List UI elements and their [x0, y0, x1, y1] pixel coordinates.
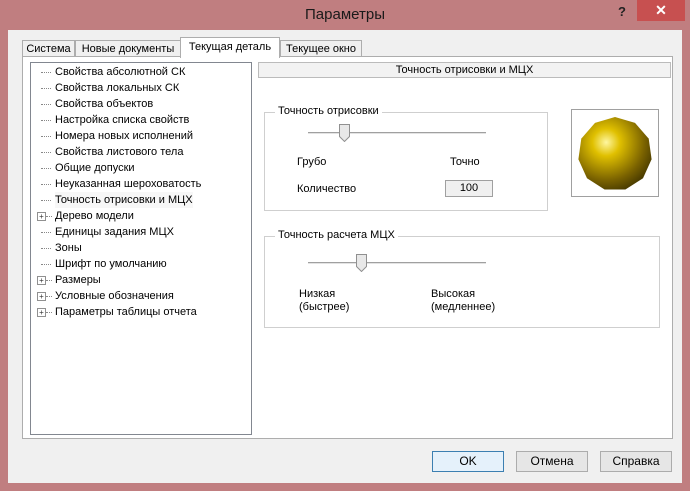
tab-panel: Свойства абсолютной СК Свойства локальных…	[22, 56, 673, 439]
drawing-accuracy-group: Точность отрисовки Грубо Точно Количеств…	[264, 105, 548, 211]
tree-item[interactable]: + Дерево модели	[31, 208, 251, 224]
tree-connector	[41, 184, 51, 185]
tree-item[interactable]: Точность отрисовки и МЦХ	[31, 192, 251, 208]
mch-accuracy-title: Точность расчета МЦХ	[275, 229, 398, 241]
tree-item-label: Шрифт по умолчанию	[55, 258, 167, 270]
expand-plus-icon[interactable]: +	[37, 276, 46, 285]
tab-current-part[interactable]: Текущая деталь	[180, 37, 280, 58]
tree-item-label: Общие допуски	[55, 162, 135, 174]
tree-connector	[41, 200, 51, 201]
expand-plus-icon[interactable]: +	[37, 308, 46, 317]
tree-connector	[41, 264, 51, 265]
tree-item-label: Настройка списка свойств	[55, 114, 190, 126]
tree-item-label: Точность отрисовки и МЦХ	[55, 192, 193, 208]
count-field[interactable]: 100	[445, 180, 493, 197]
drawing-accuracy-min-label: Грубо	[297, 156, 327, 168]
expand-plus-icon[interactable]: +	[37, 292, 46, 301]
mch-min-label-line1: Низкая	[299, 288, 336, 300]
tree-item-label: Дерево модели	[55, 210, 134, 222]
tree-connector	[46, 216, 52, 217]
dialog-body: Система Новые документы Текущая деталь Т…	[8, 30, 682, 483]
mch-accuracy-slider[interactable]	[356, 254, 368, 273]
ok-button[interactable]: OK	[432, 451, 504, 472]
tree-item[interactable]: Зоны	[31, 240, 251, 256]
tree-item-label: Свойства абсолютной СК	[55, 66, 186, 78]
tree-connector	[46, 312, 52, 313]
count-label: Количество	[297, 183, 357, 195]
tree-item[interactable]: Единицы задания МЦХ	[31, 224, 251, 240]
settings-tree[interactable]: Свойства абсолютной СК Свойства локальных…	[30, 62, 252, 435]
pane-header: Точность отрисовки и МЦХ	[258, 62, 671, 78]
tree-item[interactable]: Свойства объектов	[31, 96, 251, 112]
tab-system[interactable]: Система	[22, 40, 75, 57]
close-button[interactable]: ✕	[637, 0, 685, 21]
expand-plus-icon[interactable]: +	[37, 212, 46, 221]
tree-connector	[41, 248, 51, 249]
drawing-accuracy-title: Точность отрисовки	[275, 105, 382, 117]
cancel-button[interactable]: Отмена	[516, 451, 588, 472]
tree-item-label: Размеры	[55, 274, 101, 286]
preview-sphere-icon	[578, 117, 652, 190]
tree-item[interactable]: Шрифт по умолчанию	[31, 256, 251, 272]
mch-max-label-line1: Высокая	[431, 288, 476, 300]
tree-item-label: Номера новых исполнений	[55, 130, 193, 142]
tree-item-label: Свойства листового тела	[55, 146, 184, 158]
tree-item-label: Свойства локальных СК	[55, 82, 180, 94]
tree-item-label: Условные обозначения	[55, 290, 174, 302]
tree-item-label: Неуказанная шероховатость	[55, 178, 202, 190]
title-bar[interactable]: Параметры ? ✕	[0, 0, 690, 30]
tree-connector	[41, 168, 51, 169]
mch-accuracy-track	[308, 262, 486, 265]
accuracy-preview	[571, 109, 659, 197]
tree-item-label: Единицы задания МЦХ	[55, 226, 174, 238]
tree-item[interactable]: Номера новых исполнений	[31, 128, 251, 144]
tree-connector	[41, 152, 51, 153]
tree-connector	[41, 232, 51, 233]
mch-accuracy-group: Точность расчета МЦХ Низкая (быстрее) Вы…	[264, 229, 660, 328]
tree-item[interactable]: Свойства листового тела	[31, 144, 251, 160]
tree-connector	[46, 296, 52, 297]
tree-item[interactable]: Свойства абсолютной СК	[31, 64, 251, 80]
window-title: Параметры	[305, 6, 385, 23]
tree-connector	[41, 136, 51, 137]
drawing-accuracy-max-label: Точно	[450, 156, 480, 168]
tree-item[interactable]: + Условные обозначения	[31, 288, 251, 304]
tree-item[interactable]: + Параметры таблицы отчета	[31, 304, 251, 320]
mch-min-label-line2: (быстрее)	[299, 301, 350, 313]
help-button[interactable]: Справка	[600, 451, 672, 472]
tree-connector	[41, 88, 51, 89]
drawing-accuracy-slider[interactable]	[338, 124, 350, 143]
drawing-accuracy-track	[308, 132, 486, 135]
tab-current-window[interactable]: Текущее окно	[280, 40, 362, 57]
tree-item[interactable]: Неуказанная шероховатость	[31, 176, 251, 192]
tree-item[interactable]: Общие допуски	[31, 160, 251, 176]
tab-new-documents[interactable]: Новые документы	[75, 40, 181, 57]
tree-item-label: Свойства объектов	[55, 98, 154, 110]
tree-item[interactable]: Свойства локальных СК	[31, 80, 251, 96]
dialog-window: Параметры ? ✕ Система Новые документы Те…	[0, 0, 690, 491]
tree-item-label: Параметры таблицы отчета	[55, 306, 197, 318]
tree-connector	[41, 120, 51, 121]
help-icon[interactable]: ?	[612, 4, 632, 22]
tree-item-label: Зоны	[55, 242, 82, 254]
tree-connector	[46, 280, 52, 281]
tree-item[interactable]: + Размеры	[31, 272, 251, 288]
mch-max-label-line2: (медленнее)	[431, 301, 496, 313]
tree-connector	[41, 72, 51, 73]
tree-item[interactable]: Настройка списка свойств	[31, 112, 251, 128]
tree-connector	[41, 104, 51, 105]
